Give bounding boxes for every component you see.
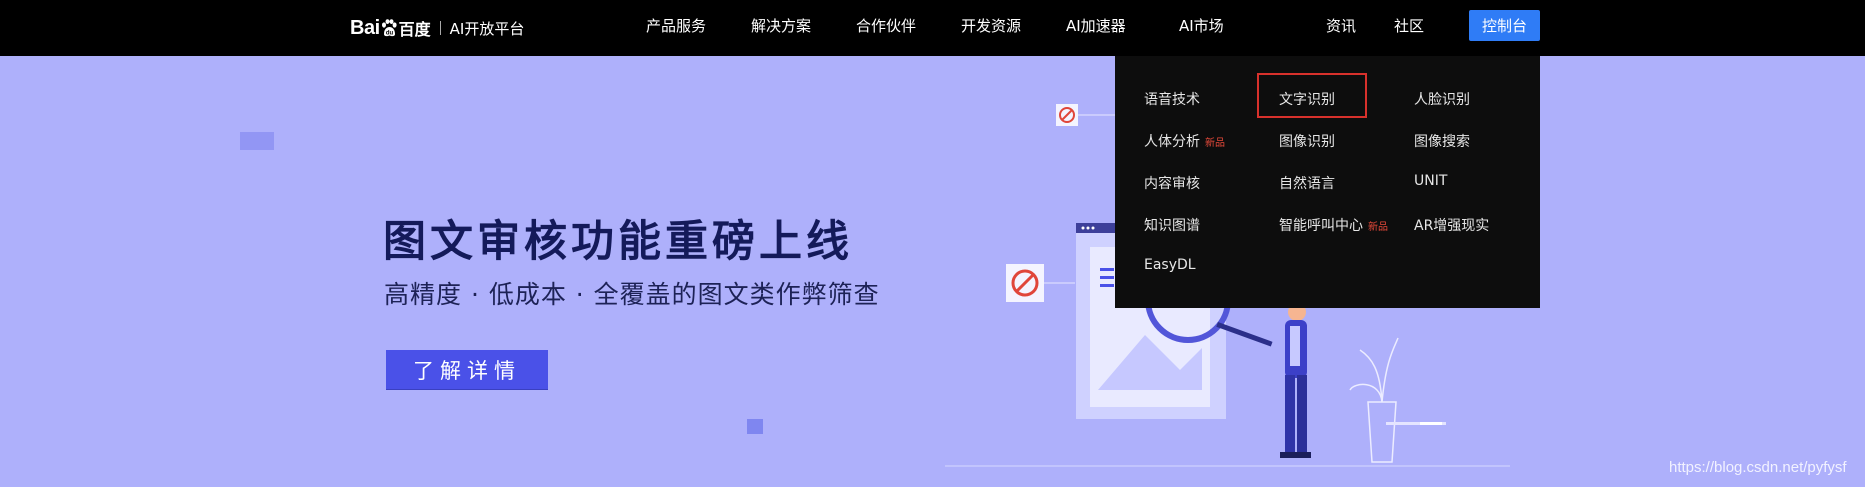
menu-item-knowledge-graph[interactable]: 知识图谱 bbox=[1144, 215, 1200, 235]
nav-item-partners[interactable]: 合作伙伴 bbox=[856, 15, 916, 36]
nav-item-solutions[interactable]: 解决方案 bbox=[751, 15, 811, 36]
menu-item-easydl[interactable]: EasyDL bbox=[1144, 257, 1196, 273]
nav-item-ai-accelerator[interactable]: AI加速器 bbox=[1066, 15, 1126, 36]
menu-item-call-center[interactable]: 智能呼叫中心 新品 bbox=[1279, 215, 1388, 235]
decorative-square bbox=[747, 419, 763, 434]
menu-item-content-review[interactable]: 内容审核 bbox=[1144, 173, 1200, 193]
hero-subtitle: 高精度 · 低成本 · 全覆盖的图文类作弊筛查 bbox=[384, 280, 880, 309]
logo-brand-text: Bai bbox=[350, 16, 380, 39]
person-figure bbox=[1216, 303, 1311, 458]
prohibited-icon bbox=[1006, 264, 1075, 302]
console-button[interactable]: 控制台 bbox=[1469, 10, 1540, 41]
nav-item-ai-market[interactable]: AI市场 bbox=[1179, 15, 1224, 36]
nav-item-dev-resources[interactable]: 开发资源 bbox=[961, 15, 1021, 36]
nav-item-products[interactable]: 产品服务 bbox=[646, 15, 706, 36]
hero-title: 图文审核功能重磅上线 bbox=[383, 217, 853, 267]
menu-item-label: 智能呼叫中心 bbox=[1279, 218, 1363, 234]
new-badge: 新品 bbox=[1368, 222, 1388, 233]
decorative-square bbox=[240, 132, 274, 150]
paw-icon: du bbox=[381, 19, 397, 37]
menu-item-label: 人体分析 bbox=[1144, 134, 1200, 150]
menu-item-image-search[interactable]: 图像搜索 bbox=[1414, 131, 1470, 151]
menu-item-nlp[interactable]: 自然语言 bbox=[1279, 173, 1335, 193]
menu-item-body-analysis[interactable]: 人体分析 新品 bbox=[1144, 131, 1225, 151]
logo-platform-text: AI开放平台 bbox=[449, 19, 525, 38]
prohibited-icon bbox=[1056, 104, 1120, 126]
menu-item-ar[interactable]: AR增强现实 bbox=[1414, 215, 1489, 235]
top-nav: Bai du 百度 AI开放平台 产品服务 解决方案 合作伙伴 开发资源 AI加… bbox=[0, 0, 1865, 56]
menu-item-speech[interactable]: 语音技术 bbox=[1144, 89, 1200, 109]
baidu-ai-logo[interactable]: Bai du 百度 AI开放平台 bbox=[350, 14, 524, 42]
logo-brand-cn: 百度 bbox=[398, 20, 431, 39]
plant-decoration bbox=[1349, 337, 1446, 463]
menu-item-image-recognition[interactable]: 图像识别 bbox=[1279, 131, 1335, 151]
learn-more-button[interactable]: 了解详情 bbox=[386, 350, 548, 389]
logo-divider bbox=[439, 21, 441, 35]
watermark-text: https://blog.csdn.net/pyfysf bbox=[1669, 459, 1847, 476]
new-badge: 新品 bbox=[1205, 138, 1225, 149]
nav-item-news[interactable]: 资讯 bbox=[1326, 15, 1356, 36]
nav-item-community[interactable]: 社区 bbox=[1394, 15, 1424, 36]
menu-item-unit[interactable]: UNIT bbox=[1414, 173, 1447, 189]
svg-text:du: du bbox=[385, 31, 393, 37]
menu-item-face-recognition[interactable]: 人脸识别 bbox=[1414, 89, 1470, 109]
ocr-highlight-box bbox=[1257, 73, 1367, 118]
